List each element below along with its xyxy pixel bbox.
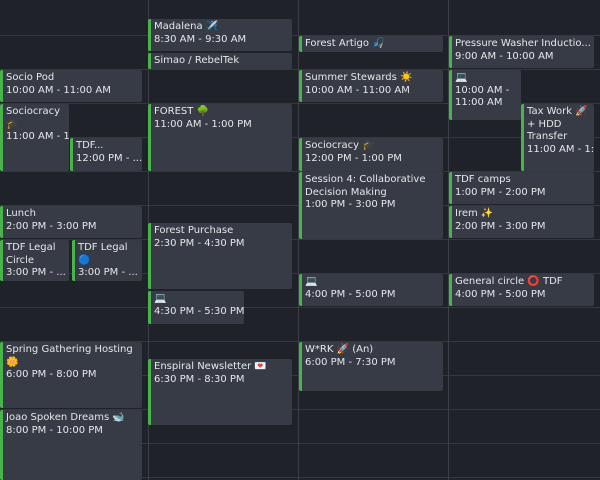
event-time: 6:30 PM - 8:30 PM	[154, 373, 245, 385]
event-title: Summer Stewards ☀️	[305, 72, 413, 83]
event-title: TDF...	[76, 140, 104, 151]
event-laptop-3[interactable]: 💻 4:30 PM - 5:30 PM	[148, 291, 244, 324]
event-title: FOREST 🌳	[154, 106, 209, 117]
event-time: 1:00 PM - 3:00 PM	[305, 199, 396, 210]
event-time: 3:00 PM - ...	[78, 267, 138, 278]
event-time: 8:30 AM - 9:30 AM	[154, 33, 247, 45]
event-title: W*RK 🚀 (An)	[305, 344, 374, 355]
event-title: Spring Gathering Hosting 🌼	[6, 344, 133, 368]
event-tdf-camps[interactable]: TDF camps 1:00 PM - 2:00 PM	[449, 172, 594, 204]
event-time: 4:30 PM - 5:30 PM	[154, 305, 244, 317]
event-time: 10:00 AM - 11:00 AM	[455, 84, 510, 109]
event-sociocracy-1[interactable]: Sociocracy 🎓 11:00 AM - 1:...	[0, 104, 69, 171]
event-title: Lunch	[6, 208, 36, 219]
event-time: 11:00 AM - 1:00 PM	[154, 118, 252, 130]
event-time: 6:00 PM - 8:00 PM	[6, 369, 97, 380]
event-title: TDF Legal 🔵	[78, 242, 128, 266]
event-tdf[interactable]: TDF... 12:00 PM - ...	[70, 138, 142, 171]
event-time: 2:00 PM - 3:00 PM	[6, 220, 97, 232]
event-time: 10:00 AM - 11:00 AM	[305, 84, 410, 96]
event-time: 1:00 PM - 2:00 PM	[455, 186, 546, 198]
event-joao-spoken-dreams[interactable]: Joao Spoken Dreams 🐋 8:00 PM - 10:00 PM	[0, 410, 142, 480]
event-irem[interactable]: Irem ✨ 2:00 PM - 3:00 PM	[449, 206, 594, 238]
event-time: 12:00 PM - 1:00 PM	[305, 152, 402, 164]
event-title: Madalena ✈️	[154, 21, 219, 32]
event-title: TDF camps	[455, 174, 511, 185]
event-tdf-legal-circle[interactable]: TDF Legal Circle 3:00 PM - ...	[0, 240, 69, 281]
event-time: 2:00 PM - 3:00 PM	[455, 220, 546, 232]
event-title: Sociocracy 🎓	[6, 106, 61, 130]
hour-line	[0, 307, 600, 308]
event-tax-work[interactable]: Tax Work 🚀 + HDD Transfer 11:00 AM - 1:.…	[521, 104, 594, 171]
event-time: 6:00 PM - 7:30 PM	[305, 356, 396, 368]
event-time: 10:00 AM - 11:00 AM	[6, 84, 111, 96]
event-title: Tax Work 🚀 + HDD Transfer	[527, 106, 588, 142]
event-time: 2:30 PM - 4:30 PM	[154, 237, 245, 249]
event-title: 💻	[154, 293, 167, 304]
event-title: 💻	[455, 72, 468, 83]
event-forest[interactable]: FOREST 🌳 11:00 AM - 1:00 PM	[148, 104, 292, 171]
event-general-circle[interactable]: General circle ⭕ TDF 4:00 PM - 5:00 PM	[449, 274, 594, 306]
event-title: Pressure Washer Inductio...	[455, 38, 591, 49]
event-title: Enspiral Newsletter 💌	[154, 361, 267, 372]
event-title: 💻	[305, 276, 318, 287]
event-title: Sociocracy 🎓	[305, 140, 375, 151]
event-madalena[interactable]: Madalena ✈️ 8:30 AM - 9:30 AM	[148, 19, 292, 51]
event-time: 9:00 AM - 10:00 AM	[455, 50, 554, 62]
event-title: Forest Purchase	[154, 225, 234, 236]
event-title: Session 4: Collaborative Decision Making	[305, 174, 426, 198]
event-time: 4:00 PM - 5:00 PM	[305, 288, 396, 300]
event-title: Simao / RebelTek	[154, 55, 240, 66]
event-simao[interactable]: Simao / RebelTek	[148, 53, 292, 69]
event-time: 11:00 AM - 1:...	[6, 131, 69, 142]
event-time: 11:00 AM - 1:...	[527, 143, 594, 155]
event-session-4[interactable]: Session 4: Collaborative Decision Making…	[299, 172, 443, 239]
event-time: 3:00 PM - ...	[6, 267, 66, 278]
event-title: Irem ✨	[455, 208, 494, 219]
event-title: Forest Artigo 🎣	[305, 38, 385, 49]
event-title: TDF Legal Circle	[6, 242, 56, 266]
event-tdf-legal[interactable]: TDF Legal 🔵 3:00 PM - ...	[72, 240, 142, 281]
event-spring-gathering[interactable]: Spring Gathering Hosting 🌼 6:00 PM - 8:0…	[0, 342, 142, 408]
event-title: Joao Spoken Dreams 🐋	[6, 412, 125, 423]
event-forest-artigo[interactable]: Forest Artigo 🎣	[299, 36, 443, 52]
event-lunch[interactable]: Lunch 2:00 PM - 3:00 PM	[0, 206, 142, 238]
event-time: 12:00 PM - ...	[76, 152, 142, 164]
event-laptop-2[interactable]: 💻 4:00 PM - 5:00 PM	[299, 274, 443, 306]
calendar-week-grid: Madalena ✈️ 8:30 AM - 9:30 AM Simao / Re…	[0, 0, 600, 480]
event-pressure-washer[interactable]: Pressure Washer Inductio... 9:00 AM - 10…	[449, 36, 594, 68]
event-laptop-1[interactable]: 💻 10:00 AM - 11:00 AM	[449, 70, 521, 120]
event-work-an[interactable]: W*RK 🚀 (An) 6:00 PM - 7:30 PM	[299, 342, 443, 391]
event-time: 8:00 PM - 10:00 PM	[6, 424, 103, 436]
event-enspiral-newsletter[interactable]: Enspiral Newsletter 💌 6:30 PM - 8:30 PM	[148, 359, 292, 425]
event-title: General circle ⭕ TDF	[455, 276, 563, 287]
event-summer-stewards[interactable]: Summer Stewards ☀️ 10:00 AM - 11:00 AM	[299, 70, 443, 102]
event-time: 4:00 PM - 5:00 PM	[455, 288, 546, 300]
event-sociocracy-2[interactable]: Sociocracy 🎓 12:00 PM - 1:00 PM	[299, 138, 443, 171]
event-title: Socio Pod	[6, 72, 55, 83]
event-socio-pod[interactable]: Socio Pod 10:00 AM - 11:00 AM	[0, 70, 142, 102]
event-forest-purchase[interactable]: Forest Purchase 2:30 PM - 4:30 PM	[148, 223, 292, 289]
